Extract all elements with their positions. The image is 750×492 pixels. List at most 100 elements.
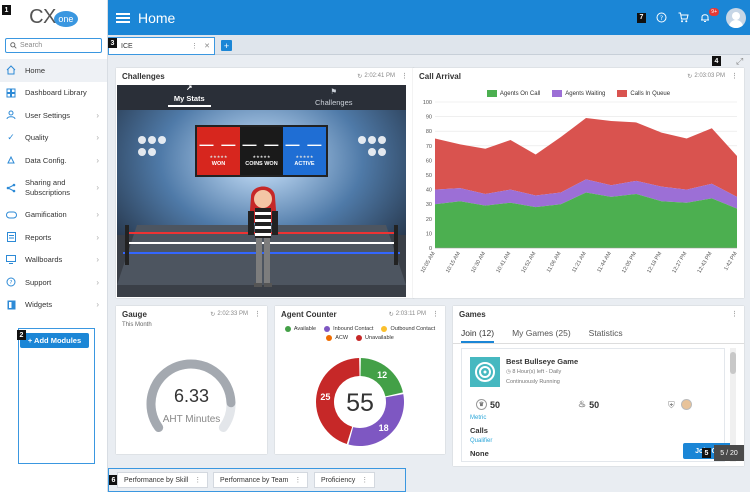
widget-header: Call Arrival ↻ 2:03:03 PM ⋮ — [413, 68, 744, 84]
hamburger-menu-icon[interactable] — [116, 12, 130, 23]
widget-menu-icon[interactable]: ⋮ — [731, 310, 738, 318]
close-icon[interactable]: ✕ — [204, 42, 210, 50]
y-tick-label: 40 — [426, 188, 432, 194]
games-tabs: Join (12) My Games (25) Statistics — [453, 322, 744, 344]
game-status: Continuously Running — [506, 379, 560, 385]
cart-icon[interactable] — [676, 11, 690, 25]
dashboard-icon — [5, 87, 17, 99]
x-tick-label: 11:44 AM — [596, 251, 613, 274]
won-value: — — — [199, 135, 238, 152]
tab-menu-icon[interactable]: ⋮ — [294, 476, 301, 484]
call-arrival-widget: Call Arrival ↻ 2:03:03 PM ⋮ Agents On Ca… — [413, 68, 744, 298]
search-input[interactable]: Search — [5, 38, 102, 53]
tab-menu-icon[interactable]: ⋮ — [194, 476, 201, 484]
active-label: ACTIVE — [294, 160, 315, 167]
sidebar-nav: Home Dashboard Library User Settings › ✓… — [0, 59, 107, 316]
add-tab-button[interactable]: + — [221, 40, 232, 51]
help-icon[interactable]: ? — [654, 11, 668, 25]
stars: ★★★★★ — [295, 153, 314, 159]
coins-label: COINS WON — [245, 160, 278, 167]
sidebar-item-user-settings[interactable]: User Settings › — [0, 104, 107, 127]
widget-menu-icon[interactable]: ⋮ — [401, 72, 408, 80]
widget-menu-icon[interactable]: ⋮ — [432, 310, 439, 318]
agent-counter-widget: Agent Counter ↻ 2:03:11 PM ⋮ Available I… — [275, 306, 445, 454]
page-title: Home — [138, 9, 176, 26]
tab-menu-icon[interactable]: ⋮ — [361, 476, 368, 484]
tab-my-stats[interactable]: ↗ My Stats — [117, 85, 262, 110]
bottom-tab-strip: 6 Performance by Skill ⋮ Performance by T… — [108, 468, 750, 492]
refresh-timestamp[interactable]: ↻ 2:03:03 PM — [687, 73, 725, 80]
sidebar-item-sharing[interactable]: Sharing and Subscriptions › — [0, 172, 107, 204]
game-title: Best Bullseye Game — [506, 357, 579, 366]
qualifier-value: None — [470, 449, 489, 458]
tab-performance-by-skill[interactable]: Performance by Skill ⋮ — [117, 472, 209, 488]
widget-icon — [5, 299, 17, 311]
chart-legend: Agents On Call Agents Waiting Calls In Q… — [413, 90, 744, 97]
sidebar-item-wallboards[interactable]: Wallboards › — [0, 249, 107, 272]
scoreboard-coins: — — ★★★★★ COINS WON — [240, 127, 283, 175]
tab-performance-by-team[interactable]: Performance by Team ⋮ — [213, 472, 309, 488]
bell-icon[interactable]: 9+ — [698, 7, 719, 25]
widget-title: Games — [459, 309, 486, 319]
coins-icon: ♛ — [476, 399, 487, 410]
tab-dashboard[interactable]: ICE ⋮ ✕ — [108, 37, 215, 55]
challenges-arena: ↗ My Stats ⚑ Challenges — — ★★★★★ WON — … — [117, 85, 406, 297]
legend-waiting[interactable]: Agents Waiting — [552, 90, 605, 97]
sidebar-item-label: Dashboard Library — [25, 88, 87, 98]
annotation-2: 2 — [17, 330, 26, 340]
scrollbar-thumb[interactable] — [730, 352, 736, 374]
sidebar-item-reports[interactable]: Reports › — [0, 226, 107, 249]
sidebar-item-label: Wallboards — [25, 255, 63, 265]
dashboard-canvas: Challenges ↻ 2:02:41 PM ⋮ ↗ My Stats ⚑ C… — [108, 55, 750, 492]
annotation-7: 7 — [637, 12, 646, 23]
home-icon — [5, 64, 17, 76]
timestamp-text: 2:02:33 PM — [217, 311, 248, 317]
refresh-timestamp[interactable]: ↻ 2:03:11 PM — [389, 311, 426, 318]
sidebar-item-dashboard-library[interactable]: Dashboard Library — [0, 82, 107, 105]
avatar[interactable] — [726, 7, 746, 28]
gauge-label: AHT Minutes — [162, 414, 221, 425]
y-tick-label: 80 — [426, 129, 432, 135]
legend-queue[interactable]: Calls In Queue — [617, 90, 670, 97]
annotation-box-modules — [18, 328, 95, 464]
time-left-text: 8 Hour(s) left - Daily — [512, 369, 562, 375]
expand-icon[interactable]: ⤢ — [736, 56, 743, 67]
sidebar-item-data-config[interactable]: Data Config. › — [0, 149, 107, 172]
sidebar-item-widgets[interactable]: Widgets › — [0, 294, 107, 317]
sidebar-item-support[interactable]: ? Support › — [0, 271, 107, 294]
logo-cx: CX — [29, 5, 56, 28]
chevron-right-icon: › — [96, 232, 99, 242]
challenges-widget: Challenges ↻ 2:02:41 PM ⋮ ↗ My Stats ⚑ C… — [116, 68, 414, 298]
tab-challenges[interactable]: ⚑ Challenges — [262, 85, 407, 110]
refresh-timestamp[interactable]: ↻ 2:02:41 PM — [357, 73, 395, 80]
sidebar-item-label: Home — [25, 65, 46, 75]
shield-icon: ⛨ — [668, 400, 675, 410]
legend-label: Agents On Call — [499, 90, 541, 97]
cxone-logo[interactable]: CX one — [0, 0, 107, 34]
timestamp-text: 2:03:03 PM — [694, 73, 725, 79]
tab-statistics[interactable]: Statistics — [589, 328, 623, 343]
legend-on-call[interactable]: Agents On Call — [486, 90, 541, 97]
sidebar-item-home[interactable]: Home — [0, 59, 107, 82]
tab-my-games[interactable]: My Games (25) — [512, 328, 571, 343]
sidebar-item-quality[interactable]: ✓ Quality › — [0, 127, 107, 150]
donut-segment-label: 25 — [320, 392, 330, 402]
timestamp-text: 2:02:41 PM — [364, 73, 395, 79]
tab-menu-icon[interactable]: ⋮ — [191, 42, 198, 50]
refresh-timestamp[interactable]: ↻ 2:02:33 PM — [210, 311, 248, 318]
tab-proficiency[interactable]: Proficiency ⋮ — [314, 472, 376, 488]
avatar-character-icon — [248, 186, 278, 287]
widget-header: Gauge ↻ 2:02:33 PM ⋮ — [116, 306, 267, 322]
tab-join[interactable]: Join (12) — [461, 328, 495, 343]
metric-value: Calls — [470, 426, 488, 435]
game-time-left: ◷ 8 Hour(s) left - Daily — [506, 369, 562, 375]
tab-label: Challenges — [314, 98, 353, 107]
widget-menu-icon[interactable]: ⋮ — [731, 72, 738, 80]
flag-icon: ⚑ — [330, 87, 338, 96]
widget-menu-icon[interactable]: ⋮ — [254, 310, 261, 318]
add-modules-button[interactable]: + Add Modules — [20, 333, 89, 348]
sidebar-item-gamification[interactable]: Gamification › — [0, 204, 107, 227]
y-tick-label: 100 — [423, 100, 432, 106]
search-placeholder: Search — [20, 42, 43, 49]
widget-header: Games ⋮ — [453, 306, 744, 322]
